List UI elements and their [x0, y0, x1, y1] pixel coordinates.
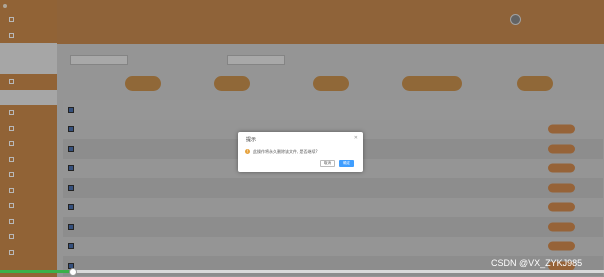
confirm-dialog: 提示 ✕ ! 此操作将永久删除该文件, 是否继续? 取消 确定: [238, 132, 363, 172]
close-icon[interactable]: ✕: [354, 135, 358, 141]
dialog-message: 此操作将永久删除该文件, 是否继续?: [253, 149, 318, 154]
dialog-title: 提示: [246, 137, 257, 143]
cancel-button[interactable]: 取消: [320, 160, 335, 167]
warning-icon: !: [245, 149, 250, 154]
confirm-button[interactable]: 确定: [339, 160, 354, 167]
progress-fill: [0, 270, 73, 273]
watermark: CSDN @VX_ZYKJ985: [491, 258, 583, 268]
video-progress-bar[interactable]: [0, 268, 604, 276]
